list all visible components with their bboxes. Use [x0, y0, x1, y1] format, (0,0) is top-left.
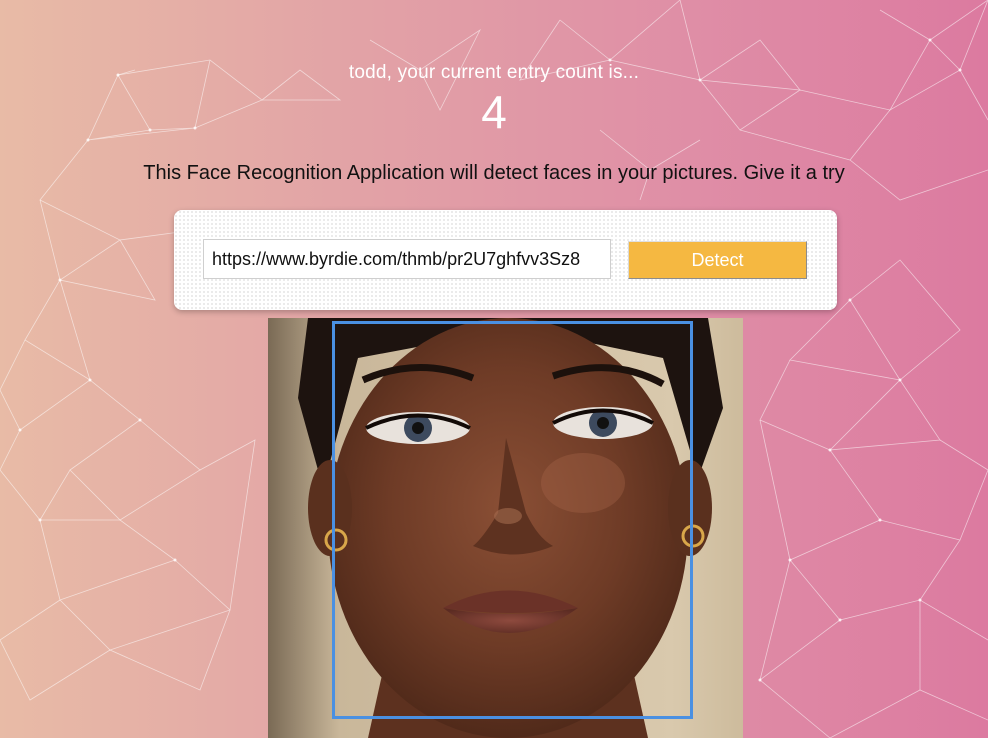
detected-face-bounding-box [332, 321, 693, 719]
image-url-form: Detect [174, 210, 837, 310]
app-description: This Face Recognition Application will d… [143, 162, 845, 184]
detect-button[interactable]: Detect [628, 241, 807, 279]
entry-count-greeting: todd, your current entry count is... [348, 62, 640, 83]
image-url-input[interactable] [203, 239, 611, 279]
result-image [268, 318, 743, 738]
entry-count-value: 4 [481, 86, 507, 138]
